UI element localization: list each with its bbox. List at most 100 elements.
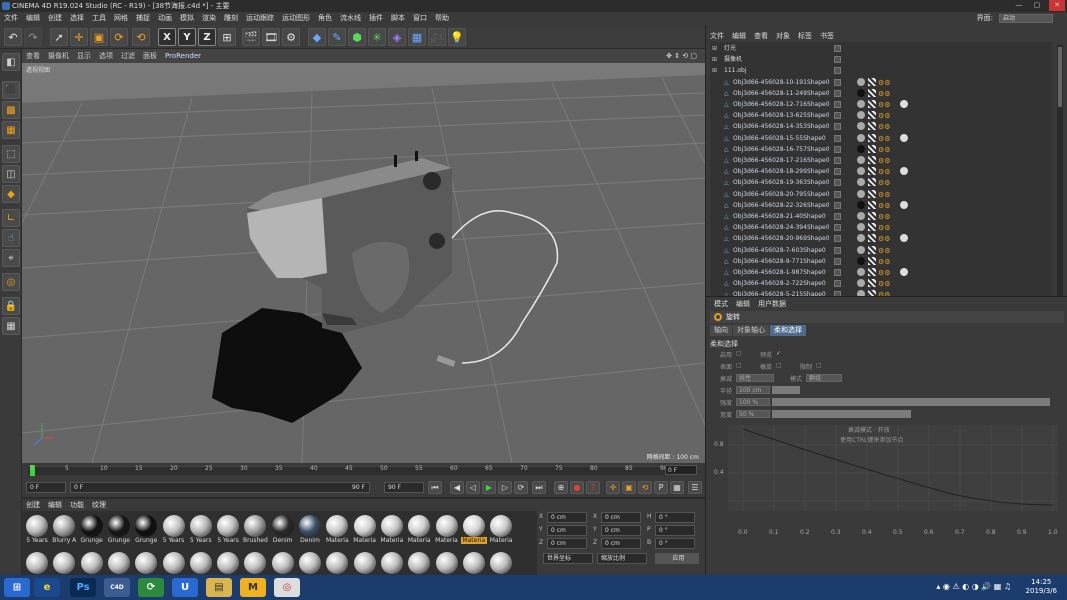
coord-field[interactable]: 0 °: [655, 525, 695, 536]
visibility-toggle[interactable]: [834, 78, 841, 86]
material-swatch-row2[interactable]: [379, 551, 405, 574]
visibility-toggle[interactable]: [834, 89, 841, 97]
attr-tab-userdata[interactable]: 用户数据: [754, 299, 790, 310]
menu-snap[interactable]: 捕捉: [132, 12, 154, 25]
texture-tag-icon[interactable]: [868, 77, 876, 86]
menu-motion-tracking[interactable]: 运动跟踪: [242, 12, 278, 25]
strength-field[interactable]: 100 %: [736, 398, 770, 406]
object-row[interactable]: △ Obj3d66-456028-15-55Shape0 ⚙⚙: [710, 133, 1052, 144]
coord-field[interactable]: 0 cm: [547, 538, 587, 549]
visibility-toggle[interactable]: [834, 269, 841, 276]
material-swatch[interactable]: Materia: [488, 514, 514, 544]
vp-menu-camera[interactable]: 摄像机: [44, 49, 73, 63]
material-swatch-row2[interactable]: [133, 551, 159, 574]
scroll-thumb[interactable]: [1058, 47, 1062, 107]
material-tag-icon[interactable]: [857, 200, 865, 209]
key-rotation-icon[interactable]: ⟲: [638, 481, 652, 494]
visibility-toggle[interactable]: [834, 145, 841, 153]
menu-tools[interactable]: 工具: [88, 12, 110, 25]
material-swatch-row2[interactable]: [242, 551, 268, 574]
texture-tag-icon[interactable]: [868, 268, 876, 276]
material-swatch[interactable]: Brushed: [242, 514, 268, 544]
object-row[interactable]: △ Obj3d66-456028-22-326Shape0 ⚙⚙: [710, 200, 1052, 211]
object-row[interactable]: △ Obj3d66-456028-18-299Shape0 ⚙⚙: [710, 166, 1052, 177]
material-tag-icon[interactable]: [857, 122, 865, 131]
make-editable-icon[interactable]: ◧: [2, 53, 20, 71]
object-row[interactable]: △ Obj3d66-456028-1-987Shape0 ⚙⚙: [710, 267, 1052, 278]
polygons-mode-icon[interactable]: ◆: [2, 185, 20, 203]
material-swatch[interactable]: Denim: [270, 514, 296, 544]
material-swatch[interactable]: Denim: [297, 514, 323, 544]
object-manager[interactable]: ⊞ 灯光 ⊞ 摄像机 ⊞ 111.obj △ Obj3d66-456028-10-191Sha…: [710, 42, 1052, 314]
material-swatch-row2[interactable]: [324, 551, 350, 574]
prev-frame-icon[interactable]: ◁: [466, 481, 480, 494]
attr-subtab-soft-selection[interactable]: 柔和选择: [770, 325, 806, 336]
object-list-scrollbar[interactable]: [1057, 45, 1063, 309]
material-swatch[interactable]: Materia: [379, 514, 405, 544]
object-row[interactable]: △ Obj3d66-456028-16-757Shape0 ⚙⚙: [710, 144, 1052, 155]
coord-scale-select[interactable]: 缩放比例: [597, 553, 647, 564]
visibility-toggle[interactable]: [834, 190, 841, 198]
texture-tag-icon[interactable]: [868, 245, 876, 254]
play-icon[interactable]: ▶: [482, 481, 496, 494]
material-tag-icon[interactable]: [857, 189, 865, 198]
extra-material-tag-icon[interactable]: [900, 167, 908, 176]
taskbar-app-green[interactable]: ⟳: [138, 578, 164, 597]
menu-character[interactable]: 角色: [314, 12, 336, 25]
camera-icon[interactable]: 🎥: [428, 28, 446, 46]
menu-mesh[interactable]: 网格: [110, 12, 132, 25]
timeline[interactable]: 0 5 10 15 20 25 30 35 40 45 50 55 60 65 70 75 80 85 90 0 F: [22, 463, 705, 477]
texture-tag-icon[interactable]: [868, 111, 876, 120]
material-swatch[interactable]: Grunge: [106, 514, 132, 544]
end-frame-field[interactable]: 90 F: [384, 482, 424, 493]
material-tag-icon[interactable]: [857, 223, 865, 232]
material-swatch[interactable]: Materia: [352, 514, 378, 544]
edges-mode-icon[interactable]: ◫: [2, 165, 20, 183]
redo-icon[interactable]: ↷: [24, 28, 42, 46]
menu-window[interactable]: 窗口: [409, 12, 431, 25]
visibility-toggle[interactable]: [834, 134, 841, 142]
vp-menu-filter[interactable]: 过滤: [117, 49, 139, 63]
extra-material-tag-icon[interactable]: [900, 100, 908, 108]
minimize-button[interactable]: —: [1011, 0, 1027, 11]
enable-checkbox[interactable]: ▢: [736, 350, 742, 357]
om-menu-edit[interactable]: 编辑: [728, 30, 750, 42]
autokey-icon[interactable]: ?: [586, 481, 600, 494]
vp-menu-panel[interactable]: 面板: [139, 49, 161, 63]
object-row[interactable]: △ Obj3d66-456028-2-722Shape0 ⚙⚙: [710, 278, 1052, 289]
axis-mode-icon[interactable]: ∟: [2, 209, 20, 227]
attr-subtab-axis[interactable]: 轴向: [710, 325, 732, 336]
expand-icon[interactable]: ⊞: [712, 65, 717, 76]
coord-field[interactable]: 0 °: [655, 538, 695, 549]
perspective-viewport[interactable]: 透视视图 网格间距 : 100 cm: [22, 63, 705, 463]
material-tag-icon[interactable]: [857, 256, 865, 265]
taskbar-ie[interactable]: e: [34, 578, 60, 597]
material-swatch-row2[interactable]: [161, 551, 187, 574]
texture-tag-icon[interactable]: [868, 223, 876, 232]
clock[interactable]: 14:25 2019/3/6: [1026, 578, 1057, 596]
material-tag-icon[interactable]: [857, 178, 865, 187]
visibility-toggle[interactable]: [834, 201, 841, 209]
visibility-toggle[interactable]: [834, 45, 841, 52]
object-group-row[interactable]: ⊞ 摄像机: [710, 54, 1052, 65]
visibility-toggle[interactable]: [834, 67, 841, 75]
menu-pipeline[interactable]: 流水线: [336, 12, 365, 25]
material-tag-icon[interactable]: [857, 167, 865, 176]
material-swatch[interactable]: 5 Years: [24, 514, 50, 544]
deformer-icon[interactable]: ◈: [388, 28, 406, 46]
light-icon[interactable]: 💡: [448, 28, 466, 46]
pen-spline-icon[interactable]: ✎: [328, 28, 346, 46]
material-tag-icon[interactable]: [857, 212, 865, 220]
cloner-icon[interactable]: ✳: [368, 28, 386, 46]
visibility-toggle[interactable]: [834, 123, 841, 131]
material-swatch[interactable]: Materia: [434, 514, 460, 544]
om-menu-objects[interactable]: 对象: [772, 30, 794, 42]
vp-menu-prorender[interactable]: ProRender: [161, 49, 205, 63]
object-row[interactable]: △ Obj3d66-456028-14-353Shape0 ⚙⚙: [710, 121, 1052, 132]
workplane-icon[interactable]: ▦: [2, 121, 20, 139]
record-key-icon[interactable]: ●: [570, 481, 584, 494]
taskbar-cinema4d[interactable]: C4D: [104, 578, 130, 597]
object-row[interactable]: △ Obj3d66-456028-21-40Shape0 ⚙⚙: [710, 211, 1052, 222]
close-button[interactable]: ✕: [1049, 0, 1065, 11]
material-swatch-row2[interactable]: [297, 551, 323, 574]
